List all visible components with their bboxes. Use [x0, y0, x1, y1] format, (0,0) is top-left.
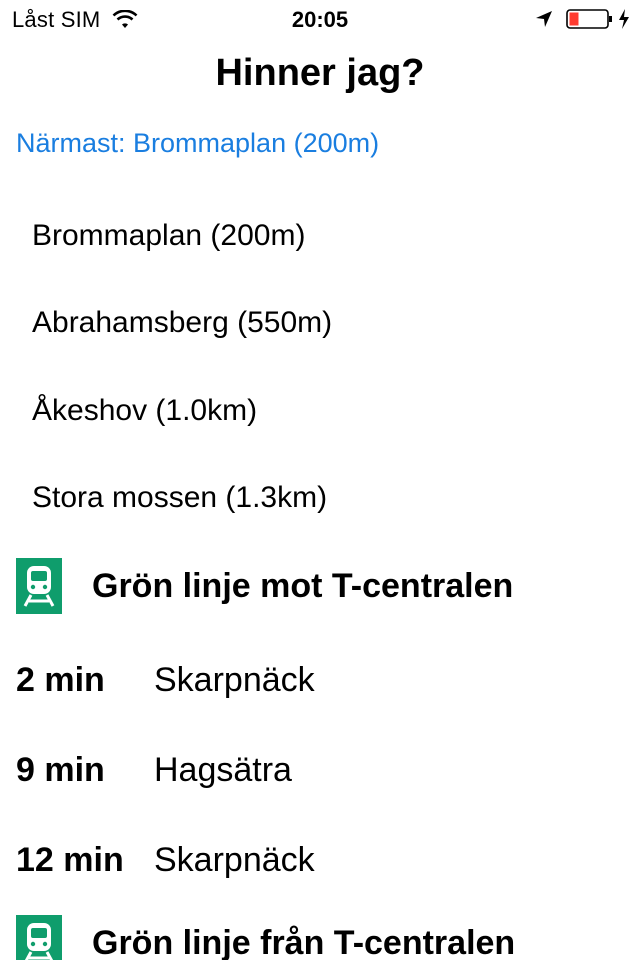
charging-bolt-icon: [618, 8, 630, 30]
departure-destination: Skarpnäck: [154, 660, 315, 699]
line-title: Grön linje mot T-centralen: [92, 566, 514, 605]
station-label: Brommaplan (200m): [32, 218, 306, 252]
departure-row[interactable]: 9 min Hagsätra: [16, 725, 636, 815]
departure-row[interactable]: 2 min Skarpnäck: [16, 635, 636, 725]
page-title: Hinner jag?: [215, 52, 425, 94]
departure-row[interactable]: 12 min Skarpnäck: [16, 815, 636, 905]
line-header-from-t-centralen: Grön linje från T-centralen: [16, 915, 515, 960]
departure-time: 2 min: [16, 660, 105, 699]
departure-time: 9 min: [16, 750, 105, 789]
departure-list: 2 min Skarpnäck 9 min Hagsätra 12 min Sk…: [16, 635, 636, 905]
line-header-towards-t-centralen: Grön linje mot T-centralen: [16, 558, 513, 614]
station-list: Brommaplan (200m) Abrahamsberg (550m) Åk…: [0, 192, 640, 542]
status-right: [534, 8, 630, 30]
app-screen: Låst SIM 20:05 Hinner jag? Närmast: Brom…: [0, 0, 640, 960]
departure-destination: Skarpnäck: [154, 840, 315, 879]
departure-time: 12 min: [16, 840, 124, 879]
nearest-station-link[interactable]: Närmast: Brommaplan (200m): [16, 128, 379, 159]
station-label: Stora mossen (1.3km): [32, 481, 328, 515]
departure-destination: Hagsätra: [154, 750, 292, 789]
station-label: Åkeshov (1.0km): [32, 393, 258, 427]
status-bar: Låst SIM 20:05: [0, 0, 640, 40]
metro-train-icon: [16, 915, 62, 960]
line-title: Grön linje från T-centralen: [92, 923, 516, 960]
station-item-abrahamsberg[interactable]: Abrahamsberg (550m): [0, 280, 640, 368]
station-label: Abrahamsberg (550m): [32, 306, 333, 340]
location-arrow-icon: [534, 9, 554, 29]
station-item-stora-mossen[interactable]: Stora mossen (1.3km): [0, 455, 640, 543]
battery-icon: [566, 8, 614, 30]
station-item-akeshov[interactable]: Åkeshov (1.0km): [0, 367, 640, 455]
metro-train-icon: [16, 558, 62, 614]
station-item-brommaplan[interactable]: Brommaplan (200m): [0, 192, 640, 280]
